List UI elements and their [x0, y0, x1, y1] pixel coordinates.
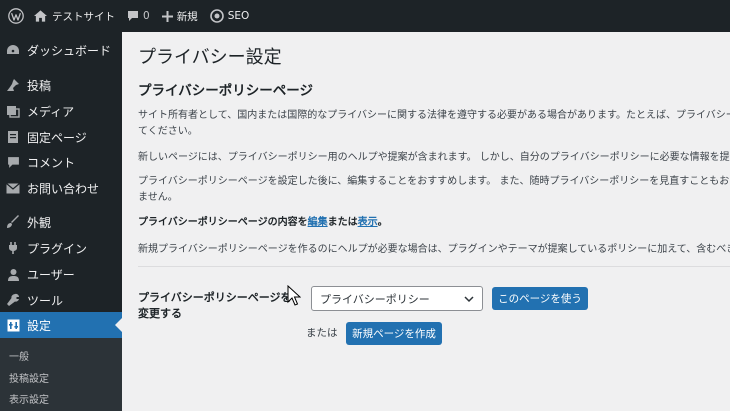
- sidebar-item-pages[interactable]: 固定ページ: [0, 124, 122, 150]
- sidebar-item-plugins[interactable]: プラグイン: [0, 235, 122, 261]
- sidebar-item-comments[interactable]: コメント: [0, 149, 122, 175]
- sidebar-item-settings[interactable]: 設定: [0, 312, 122, 338]
- sidebar-item-media[interactable]: メディア: [0, 98, 122, 124]
- mail-icon: [0, 182, 26, 194]
- page-icon: [0, 130, 26, 144]
- admin-sidebar: ダッシュボード 投稿 メディア 固定ページ コメント お問い合わせ 外観 プラグ…: [0, 32, 122, 411]
- site-name: テストサイト: [52, 10, 115, 23]
- new-page-paragraph: 新しいページには、プライバシーポリシー用のヘルプや提案が含まれます。 しかし、自…: [138, 152, 730, 163]
- or-text: または: [306, 327, 338, 339]
- dashboard-icon: [0, 44, 26, 56]
- comments-count: 0: [143, 10, 150, 22]
- settings-submenu: 一般 投稿設定 表示設定: [0, 338, 122, 411]
- comment-icon: [128, 11, 138, 21]
- submenu-item-writing[interactable]: 投稿設定: [9, 370, 49, 385]
- sidebar-item-dashboard[interactable]: ダッシュボード: [0, 37, 122, 63]
- review-paragraph-line-1: プライバシーポリシーページを設定した後に、編集することをおすすめします。 また、…: [138, 176, 730, 187]
- media-icon: [0, 105, 26, 118]
- privacy-page-select[interactable]: プライバシーポリシー: [311, 286, 483, 311]
- change-page-label: プライバシーポリシーページを変更する: [138, 291, 292, 320]
- home-icon: [34, 10, 47, 22]
- sidebar-item-posts[interactable]: 投稿: [0, 72, 122, 98]
- view-link[interactable]: 表示: [358, 217, 378, 228]
- section-divider: [138, 266, 730, 267]
- intro-paragraph-line-1: サイト所有者として、国内または国際的なプライバシーに関する法律を遵守する必要があ…: [138, 110, 730, 121]
- select-value: プライバシーポリシー: [320, 292, 430, 306]
- wordpress-logo-button[interactable]: [2, 0, 30, 32]
- page-title: プライバシー設定: [138, 47, 282, 68]
- comments-link[interactable]: 0: [121, 0, 156, 32]
- section-title: プライバシーポリシーページ: [138, 83, 313, 99]
- sidebar-item-tools[interactable]: ツール: [0, 287, 122, 313]
- seo-gear-icon: [209, 9, 224, 23]
- help-paragraph: 新規プライバシーポリシーページを作るのにヘルプが必要な場合は、プラグインやテーマ…: [138, 244, 730, 255]
- admin-bar: テストサイト 0 新規 SEO: [0, 0, 730, 32]
- chevron-down-icon: [464, 296, 474, 303]
- create-new-page-button[interactable]: 新規ページを作成: [346, 322, 442, 345]
- plugin-icon: [0, 241, 26, 255]
- settings-icon: [0, 319, 26, 332]
- mouse-cursor-icon: [287, 285, 301, 306]
- policy-content-line: プライバシーポリシーページの内容を編集または表示。: [138, 217, 388, 228]
- review-paragraph-line-2: ません。: [138, 192, 178, 203]
- user-icon: [0, 268, 26, 281]
- wrench-icon: [0, 293, 26, 307]
- site-name-link[interactable]: テストサイト: [30, 0, 121, 32]
- use-this-page-button[interactable]: このページを使う: [492, 287, 588, 310]
- intro-paragraph-line-2: てください。: [138, 126, 198, 137]
- main-content: プライバシー設定 プライバシーポリシーページ サイト所有者として、国内または国際…: [122, 32, 730, 411]
- seo-link[interactable]: SEO: [204, 0, 256, 32]
- brush-icon: [0, 215, 26, 229]
- seo-label: SEO: [227, 10, 250, 22]
- edit-link[interactable]: 編集: [308, 217, 328, 228]
- submenu-item-reading[interactable]: 表示設定: [9, 391, 49, 406]
- comment-icon: [0, 156, 26, 169]
- submenu-item-general[interactable]: 一般: [9, 348, 29, 363]
- wordpress-logo-icon: [8, 8, 24, 24]
- sidebar-item-users[interactable]: ユーザー: [0, 261, 122, 287]
- sidebar-item-contact[interactable]: お問い合わせ: [0, 175, 122, 201]
- new-content-link[interactable]: 新規: [156, 0, 204, 32]
- pin-icon: [0, 78, 26, 92]
- new-label: 新規: [176, 10, 198, 23]
- sidebar-item-appearance[interactable]: 外観: [0, 209, 122, 235]
- plus-icon: [161, 10, 173, 22]
